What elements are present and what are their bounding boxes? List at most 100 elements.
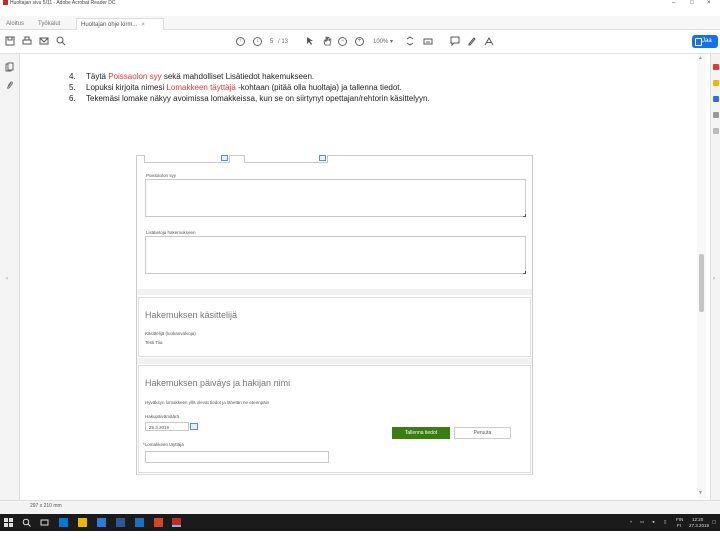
comment-tool-icon[interactable] (713, 80, 719, 86)
handler-value: Testi Tiia (145, 340, 163, 345)
save-icon[interactable] (4, 36, 15, 47)
next-page-icon[interactable]: ↓ (253, 37, 262, 46)
edit-pdf-icon[interactable] (713, 96, 719, 102)
close-window-button[interactable]: × (707, 0, 711, 7)
instruction-item: 5. Lopuksi kirjoita nimesi Lomakkeen täyt… (69, 83, 402, 93)
scroll-up-icon[interactable]: ▲ (698, 55, 703, 61)
tab-close-icon[interactable]: × (141, 22, 145, 28)
instruction-text: sekä mahdolliset Lisätiedot hakemukseen. (161, 72, 315, 81)
page-size: 297 x 210 mm (30, 503, 62, 509)
acrobat-icon (3, 0, 8, 6)
filler-name-input[interactable] (145, 451, 329, 463)
absence-reason-label: Poissaolon syy (146, 173, 177, 178)
tray-chevron-icon[interactable]: ^ (630, 520, 632, 525)
zoom-dropdown-chevron-icon[interactable]: ▾ (390, 37, 393, 47)
vertical-scrollbar[interactable]: ▲ ▼ (697, 54, 706, 498)
clock-time[interactable]: 12:20 (692, 517, 703, 522)
print-icon[interactable] (21, 36, 32, 47)
input-language[interactable]: FIN (676, 517, 683, 522)
left-navigation-pane: ‹ (0, 54, 20, 500)
date-section-title: Hakemuksen päiväys ja hakijan nimi (145, 378, 291, 388)
app-icon[interactable] (135, 518, 144, 527)
outlook-icon[interactable] (97, 518, 106, 527)
network-icon[interactable]: ▭ (640, 519, 644, 524)
notifications-icon[interactable]: ▢ (712, 519, 716, 524)
clock-date: 27.3.2019 (689, 523, 710, 528)
form-frame-right (532, 155, 533, 475)
document-view: 4. Täytä Poissaolon syy sekä mahdolliset … (21, 55, 697, 498)
menu-bar: Tiedosto Muokkaa Näytä Ikkuna Ohje (0, 8, 720, 22)
attachment-icon[interactable] (5, 80, 14, 90)
instruction-text: Lopuksi kirjoita nimesi (86, 83, 167, 92)
instruction-item: 4. Täytä Poissaolon syy sekä mahdolliset … (69, 72, 314, 82)
instruction-text: Tekemäsi lomake näkyy avoimissa lomakkei… (86, 94, 430, 103)
scroll-down-icon[interactable]: ▼ (698, 490, 703, 496)
status-bar: 297 x 210 mm (0, 500, 720, 514)
calendar-icon[interactable] (221, 155, 228, 161)
instruction-number: 5. (69, 83, 76, 92)
scrollbar-thumb[interactable] (699, 254, 704, 312)
calendar-icon[interactable] (319, 155, 326, 161)
expand-right-pane-icon[interactable]: › (713, 276, 715, 282)
powerpoint-icon[interactable] (154, 518, 163, 527)
section-separator (137, 358, 532, 364)
fit-page-icon[interactable] (404, 36, 415, 47)
form-frame-bottom (137, 474, 532, 475)
instruction-text: -kohtaan (pitää olla huoltaja) ja tallen… (235, 83, 402, 92)
comment-icon[interactable] (449, 36, 460, 47)
zoom-in-icon[interactable]: + (355, 37, 364, 46)
zoom-level[interactable]: 100% (373, 37, 388, 47)
cancel-button[interactable]: Peruuta (454, 427, 511, 439)
mail-icon[interactable] (38, 36, 49, 47)
handler-section: Hakemuksen käsittelijä Käsittelijä (luok… (138, 297, 531, 357)
word-icon[interactable] (116, 518, 125, 527)
hand-tool-icon[interactable] (321, 36, 332, 47)
search-icon[interactable] (22, 518, 31, 527)
start-date-input[interactable] (144, 155, 230, 163)
file-explorer-icon[interactable] (78, 518, 87, 527)
more-tools-icon[interactable] (713, 112, 719, 118)
date-input[interactable]: 25.3.2019 (145, 422, 189, 431)
end-date-input[interactable] (244, 155, 328, 163)
battery-icon[interactable]: ▯ (664, 519, 666, 524)
tab-document[interactable]: Huoltajan ohje kirm... × (76, 18, 164, 30)
select-cursor-icon[interactable] (304, 36, 315, 47)
tab-home[interactable]: Aloitus (2, 18, 28, 30)
tab-bar: Aloitus Työkalut Huoltajan ohje kirm... × (0, 16, 720, 30)
volume-icon[interactable]: ◂ (652, 519, 654, 524)
export-pdf-icon[interactable] (713, 64, 719, 70)
window-title: Huoltajan sivu 5/11 - Adobe Acrobat Read… (3, 0, 116, 7)
collapse-pane-icon[interactable] (713, 128, 719, 134)
search-icon[interactable] (55, 36, 66, 47)
pen-icon[interactable] (466, 36, 477, 47)
extra-info-label: Lisätietoja hakemukseen (146, 230, 196, 235)
windows-start-icon[interactable] (4, 518, 13, 527)
expand-left-pane-icon[interactable]: ‹ (6, 276, 8, 282)
share-button[interactable]: Jaa (692, 35, 718, 48)
minimize-button[interactable]: – (672, 0, 675, 7)
page-total: / 13 (278, 39, 289, 45)
prev-page-icon[interactable]: ↑ (236, 37, 245, 46)
acrobat-window: Huoltajan sivu 5/11 - Adobe Acrobat Read… (0, 0, 720, 540)
instruction-highlight: Lomakkeen täyttäjä (166, 83, 236, 92)
sign-icon[interactable] (483, 36, 494, 47)
window-title-text: Huoltajan sivu 5/11 - Adobe Acrobat Read… (10, 0, 116, 6)
calendar-icon[interactable] (190, 423, 198, 430)
edge-browser-icon[interactable] (59, 518, 68, 527)
zoom-out-icon[interactable]: − (338, 37, 347, 46)
maximize-button[interactable]: □ (690, 0, 694, 7)
resize-handle-icon[interactable] (523, 271, 526, 274)
instruction-highlight: Poissaolon syy (108, 72, 162, 81)
tab-tools[interactable]: Työkalut (34, 18, 64, 30)
resize-handle-icon[interactable] (523, 214, 526, 217)
absence-reason-textarea[interactable] (145, 179, 526, 217)
date-label: Hakupäivämäärä (145, 414, 180, 419)
extra-info-textarea[interactable] (145, 236, 526, 274)
page-number-input[interactable]: 5 (270, 37, 273, 47)
save-details-button[interactable]: Tallenna tiedot (392, 427, 450, 439)
page-thumbnails-icon[interactable] (5, 62, 14, 72)
acrobat-taskbar-icon[interactable] (172, 518, 181, 527)
date-applicant-section: Hakemuksen päiväys ja hakijan nimi Hyväk… (138, 365, 531, 473)
keyboard-icon[interactable] (422, 36, 433, 47)
task-view-icon[interactable] (40, 518, 49, 527)
